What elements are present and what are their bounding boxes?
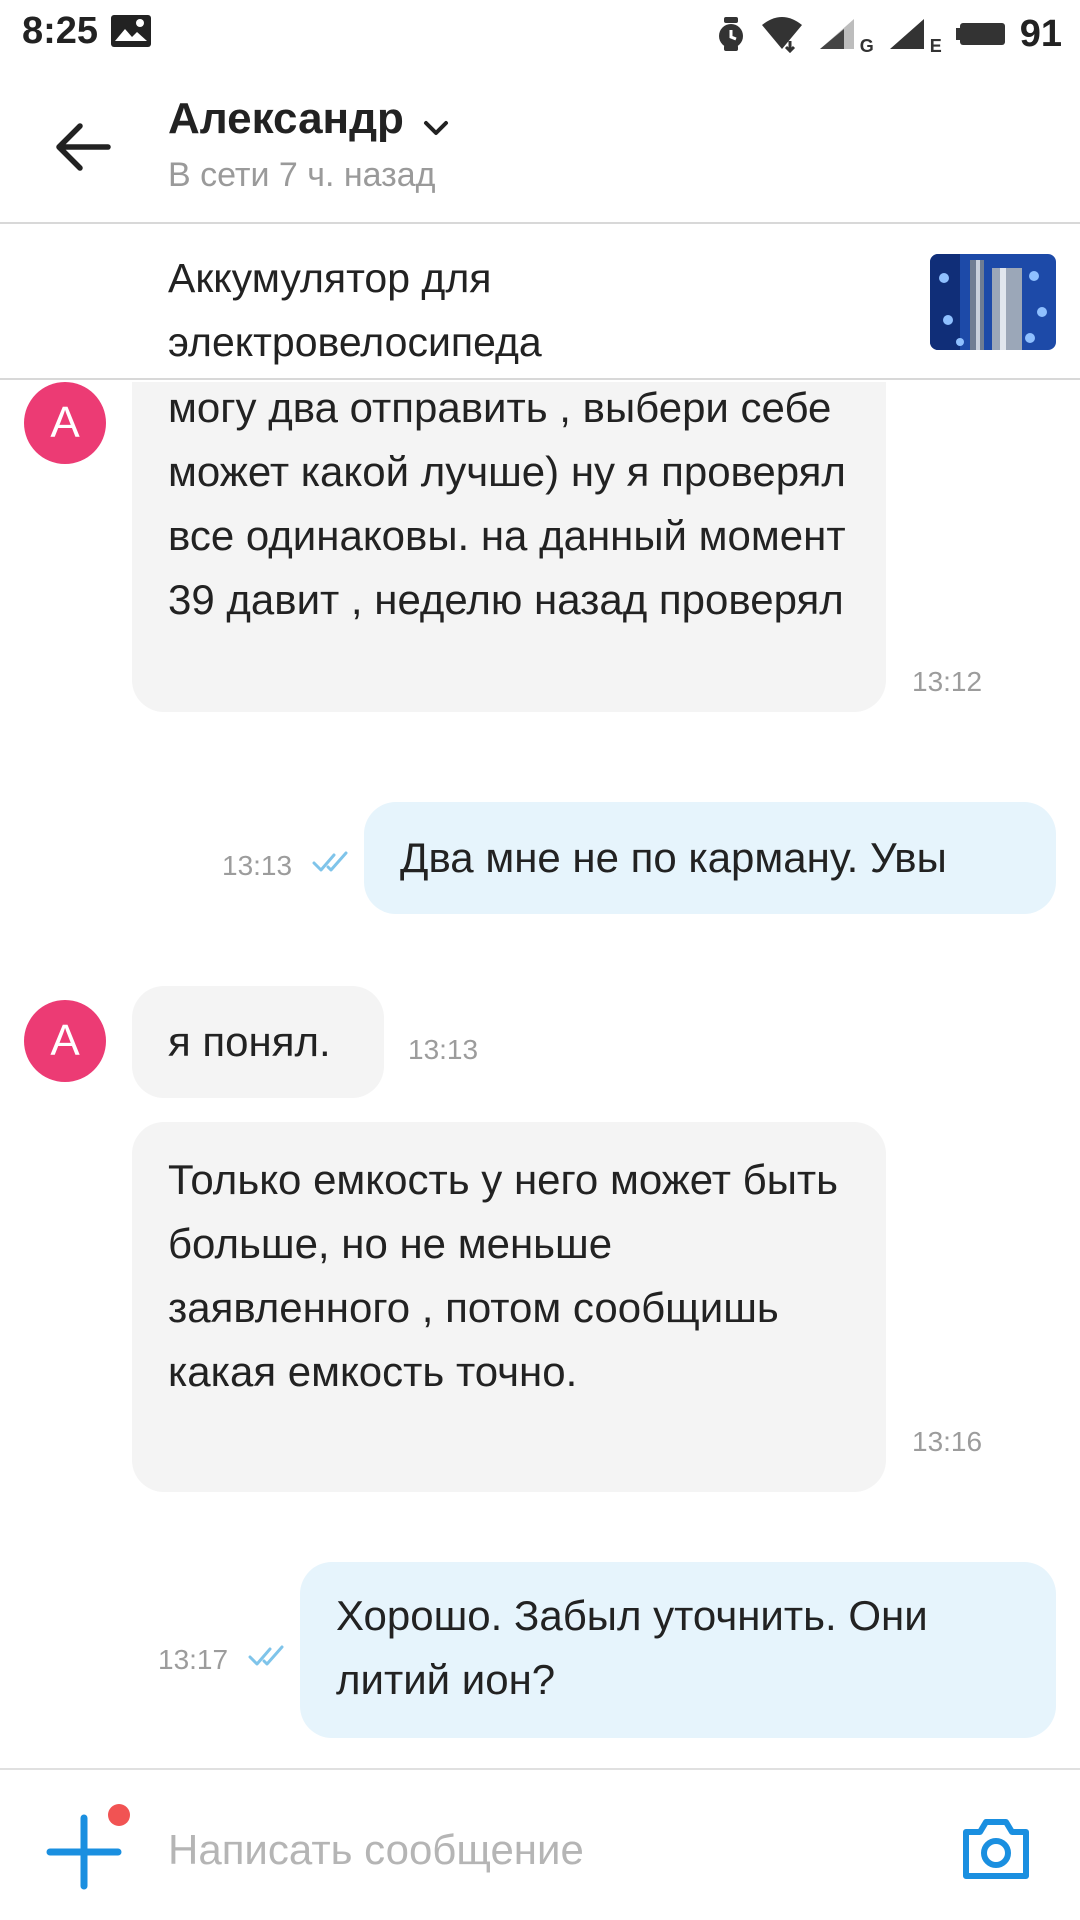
message-time: 13:13	[408, 1034, 479, 1065]
network-type-2: E	[929, 35, 942, 56]
outgoing-message[interactable]: Хорошо. Забыл уточнить. Они литий ион?	[300, 1562, 1056, 1738]
arrow-left-icon[interactable]	[48, 112, 118, 182]
wifi-icon	[761, 17, 802, 53]
double-check-icon	[248, 1645, 284, 1666]
signal-2-icon	[889, 19, 924, 49]
outgoing-message[interactable]: Два мне не по карману. Увы	[364, 802, 1056, 914]
signal-1-icon	[819, 19, 854, 49]
status-icons: G E 91	[716, 10, 1062, 58]
plus-icon[interactable]	[46, 1814, 122, 1890]
message-time: 13:12	[912, 666, 983, 697]
message-composer	[0, 1768, 1080, 1920]
message-time: 13:17	[158, 1644, 229, 1675]
network-type-1: G	[859, 35, 874, 56]
avatar[interactable]: А	[24, 382, 106, 464]
avatar[interactable]: А	[24, 1000, 106, 1082]
status-time: 8:25	[22, 10, 99, 52]
incoming-message[interactable]: могу два отправить , выбери себе может к…	[132, 382, 886, 712]
camera-icon[interactable]	[960, 1814, 1032, 1882]
double-check-icon	[312, 851, 348, 872]
listing-thumbnail[interactable]	[930, 254, 1056, 350]
notification-dot	[108, 1804, 130, 1826]
listing-title[interactable]: Аккумулятор для электровелосипеда	[168, 246, 728, 374]
contact-status: В сети 7 ч. назад	[168, 156, 436, 194]
contact-name[interactable]: Александр	[168, 94, 404, 144]
listing-bar[interactable]: Аккумулятор для электровелосипеда	[0, 224, 1080, 380]
incoming-message[interactable]: я понял.	[132, 986, 384, 1098]
status-bar: 8:25 G E 91	[0, 0, 1080, 68]
alarm-icon	[718, 17, 743, 51]
message-time: 13:13	[222, 850, 293, 881]
chevron-down-icon[interactable]	[420, 112, 452, 144]
message-list[interactable]: А могу два отправить , выбери себе может…	[0, 382, 1080, 1768]
chat-header: Александр В сети 7 ч. назад	[0, 68, 1080, 224]
incoming-message[interactable]: Только емкость у него может быть больше,…	[132, 1122, 886, 1492]
battery-icon	[955, 23, 1005, 45]
message-time: 13:16	[912, 1426, 983, 1457]
image-notification-icon	[111, 15, 151, 47]
message-input[interactable]	[168, 1810, 928, 1890]
battery-level: 91	[1019, 12, 1062, 55]
chat-screen: 8:25 G E 91 Александр В сети 7 ч. назад …	[0, 0, 1080, 1920]
